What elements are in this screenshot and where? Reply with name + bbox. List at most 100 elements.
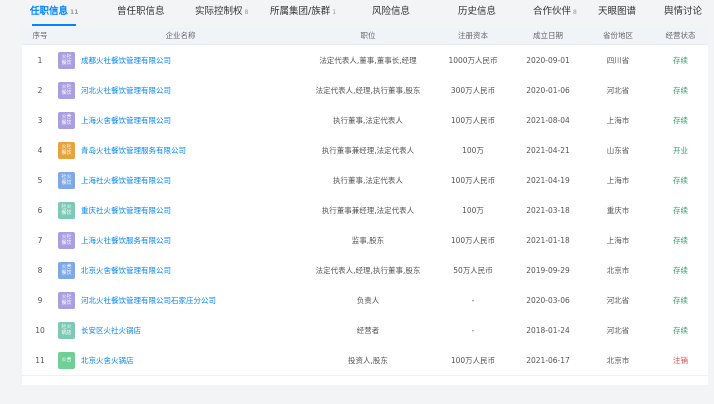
- status-badge: 存续: [673, 205, 688, 215]
- company-logo[interactable]: 社火 锅店: [58, 321, 75, 339]
- position: 监事,股东: [351, 235, 385, 245]
- region: 河北省: [606, 325, 630, 335]
- tab-5[interactable]: 历史信息: [458, 0, 496, 27]
- tab-label: 曾任职信息: [117, 6, 165, 17]
- company-name-link[interactable]: 河北火社餐饮管理有限公司: [81, 85, 171, 96]
- row-index: 1: [37, 55, 43, 65]
- header-established-date: 成立日期: [533, 31, 563, 40]
- region: 上海市: [606, 115, 630, 125]
- position: 法定代表人,经理,执行董事,股东: [315, 85, 421, 95]
- region: 北京市: [606, 355, 630, 365]
- company-name-link[interactable]: 上海火舍餐饮管理有限公司: [81, 115, 171, 126]
- region: 重庆市: [606, 205, 630, 215]
- company-logo[interactable]: 火社 餐饮: [58, 291, 75, 309]
- company-name-link[interactable]: 河北火社餐饮管理有限公司石家庄分公司: [81, 295, 216, 306]
- row-index: 7: [37, 235, 43, 245]
- tab-count: 1: [332, 9, 337, 16]
- status-badge: 开业: [673, 145, 688, 155]
- company-name-link[interactable]: 青岛火社餐饮管理服务有限公司: [81, 145, 186, 156]
- registered-capital: -: [471, 325, 475, 335]
- status-badge: 注销: [673, 355, 688, 365]
- registered-capital: 100万: [462, 205, 484, 215]
- status-badge: 存续: [673, 55, 688, 65]
- registered-capital: 1000万人民币: [448, 55, 498, 65]
- position: 法定代表人,董事,董事长,经理: [319, 55, 417, 65]
- company-logo[interactable]: 火社 餐饮: [58, 51, 75, 69]
- company-logo[interactable]: 火舍 餐饮: [58, 261, 75, 279]
- header-region: 省份地区: [603, 31, 633, 40]
- established-date: 2021-01-18: [526, 235, 570, 245]
- company-name-link[interactable]: 北京火舍餐饮管理有限公司: [81, 265, 171, 276]
- table-row: 4 火社 餐饮 青岛火社餐饮管理服务有限公司 执行董事兼经理,法定代表人 100万 202…: [22, 135, 708, 166]
- established-date: 2021-08-04: [526, 115, 570, 125]
- established-date: 2021-03-18: [526, 205, 570, 215]
- tab-label: 合作伙伴: [533, 6, 572, 17]
- company-cell: 社火 锅店 长安区火社火锅店: [58, 315, 303, 345]
- tab-2[interactable]: 实际控制权 8: [195, 0, 248, 27]
- status-badge: 存续: [673, 235, 688, 245]
- position: 执行董事兼经理,法定代表人: [321, 145, 415, 155]
- tab-label: 实际控制权: [195, 6, 243, 17]
- tab-label: 舆情讨论: [664, 6, 703, 17]
- company-logo[interactable]: 火舍: [58, 351, 75, 369]
- tab-4[interactable]: 风险信息: [372, 0, 410, 27]
- position: 投资人,股东: [348, 355, 388, 365]
- company-logo[interactable]: 社火 餐饮: [58, 171, 75, 189]
- company-cell: 火社 餐饮 河北火社餐饮管理有限公司: [58, 75, 303, 105]
- table-row: 8 火舍 餐饮 北京火舍餐饮管理有限公司 法定代表人,经理,执行董事,股东 50万人民币…: [22, 255, 708, 286]
- status-badge: 存续: [673, 115, 688, 125]
- row-index: 6: [37, 205, 43, 215]
- row-index: 4: [37, 145, 43, 155]
- row-index: 5: [37, 175, 43, 185]
- tab-3[interactable]: 所属集团/族群 1: [270, 0, 336, 27]
- position: 负责人: [356, 295, 380, 305]
- company-logo[interactable]: 火社 餐饮: [58, 231, 75, 249]
- established-date: 2020-03-06: [526, 295, 570, 305]
- company-name-link[interactable]: 北京火舍火锅店: [81, 355, 134, 366]
- header-position: 职位: [360, 31, 376, 40]
- table-row: 6 社火 餐饮 重庆社火餐饮管理有限公司 执行董事兼经理,法定代表人 100万 2021-…: [22, 195, 708, 226]
- tab-label: 历史信息: [458, 6, 497, 17]
- status-badge: 存续: [673, 265, 688, 275]
- company-name-link[interactable]: 重庆社火餐饮管理有限公司: [81, 205, 171, 216]
- region: 河北省: [606, 295, 630, 305]
- region: 北京市: [606, 265, 630, 275]
- company-cell: 火舍 北京火舍火锅店: [58, 345, 303, 375]
- company-logo[interactable]: 社火 餐饮: [58, 201, 75, 219]
- company-logo[interactable]: 火舍 餐饮: [58, 111, 75, 129]
- registered-capital: 100万人民币: [450, 235, 496, 245]
- established-date: 2020-01-06: [526, 85, 570, 95]
- tab-0[interactable]: 任职信息 11: [30, 0, 78, 27]
- company-cell: 火社 餐饮 河北火社餐饮管理有限公司石家庄分公司: [58, 285, 303, 315]
- company-name-link[interactable]: 成都火社餐饮管理有限公司: [81, 55, 171, 66]
- table-row: 1 火社 餐饮 成都火社餐饮管理有限公司 法定代表人,董事,董事长,经理 1000万人民…: [22, 45, 708, 76]
- tab-7[interactable]: 天眼图谱: [598, 0, 636, 27]
- established-date: 2021-04-21: [526, 145, 570, 155]
- tab-8[interactable]: 舆情讨论: [664, 0, 702, 27]
- company-name-link[interactable]: 上海火社餐饮服务有限公司: [81, 235, 171, 246]
- established-date: 2018-01-24: [526, 325, 570, 335]
- established-date: 2021-06-17: [526, 355, 570, 365]
- tab-6[interactable]: 合作伙伴 8: [533, 0, 577, 27]
- status-badge: 存续: [673, 295, 688, 305]
- company-logo[interactable]: 火社 餐饮: [58, 141, 75, 159]
- tab-count: 8: [244, 9, 249, 16]
- tab-label: 风险信息: [372, 6, 411, 17]
- company-name-link[interactable]: 长安区火社火锅店: [81, 325, 141, 336]
- registered-capital: 100万人民币: [450, 355, 496, 365]
- row-index: 3: [37, 115, 43, 125]
- tab-count: 11: [70, 9, 79, 16]
- established-date: 2019-09-29: [526, 265, 570, 275]
- company-cell: 社火 餐饮 重庆社火餐饮管理有限公司: [58, 195, 303, 225]
- table-row: 5 社火 餐饮 上海社火餐饮管理有限公司 执行董事,法定代表人 100万人民币 2021-…: [22, 165, 708, 196]
- position: 经营者: [356, 325, 380, 335]
- table-row: 3 火舍 餐饮 上海火舍餐饮管理有限公司 执行董事,法定代表人 100万人民币 2021-…: [22, 105, 708, 136]
- company-name-link[interactable]: 上海社火餐饮管理有限公司: [81, 175, 171, 186]
- company-cell: 社火 餐饮 上海社火餐饮管理有限公司: [58, 165, 303, 195]
- position: 执行董事兼经理,法定代表人: [321, 205, 415, 215]
- region: 上海市: [606, 235, 630, 245]
- tab-1[interactable]: 曾任职信息: [117, 0, 165, 27]
- tab-bar: 任职信息 11 曾任职信息 实际控制权 8 所属集团/族群 1 风险信息 历史信息 合作伙伴 8 天眼…: [0, 0, 714, 27]
- company-logo[interactable]: 火社 餐饮: [58, 81, 75, 99]
- table-row: 10 社火 锅店 长安区火社火锅店 经营者 - 2018-01-24 河北省 存续: [22, 315, 708, 346]
